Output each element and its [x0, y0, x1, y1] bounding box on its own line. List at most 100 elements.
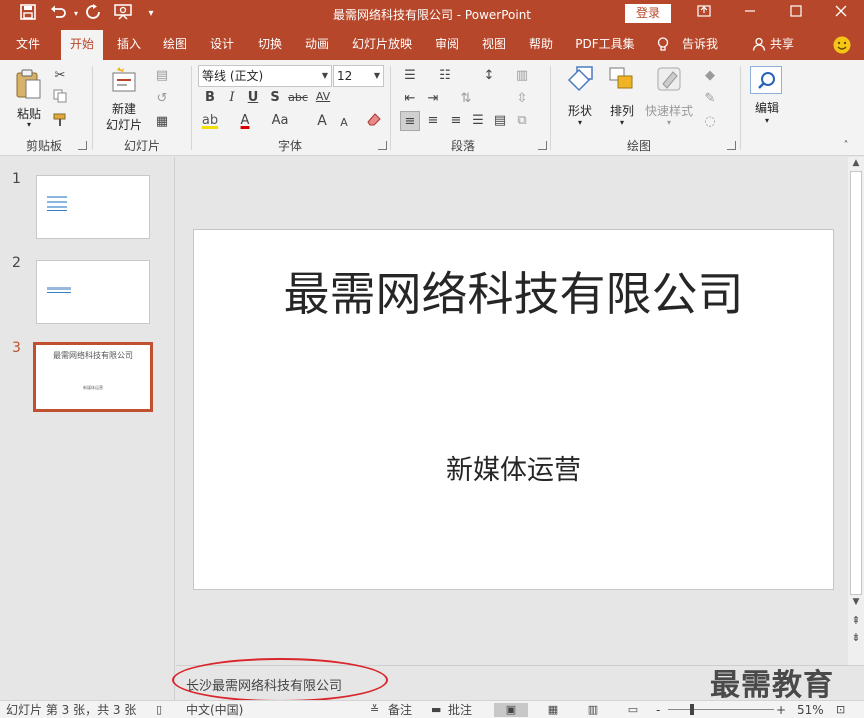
tab-transitions[interactable]: 切换	[253, 35, 287, 60]
slideshow-icon[interactable]	[113, 4, 133, 24]
slide-thumbnail-3[interactable]: 最需网络科技有限公司 新媒体运营	[33, 342, 153, 412]
distributed-icon[interactable]: ▤	[490, 111, 510, 131]
text-direction-icon[interactable]: ⇅	[456, 89, 476, 109]
paste-button[interactable]: 粘贴 ▾	[8, 66, 50, 132]
tab-home[interactable]: 开始	[61, 30, 103, 60]
cut-icon[interactable]: ✂	[50, 66, 70, 86]
share-button[interactable]: 共享	[767, 35, 797, 60]
spellcheck-icon[interactable]: ▯	[156, 703, 162, 717]
undo-icon[interactable]	[48, 4, 68, 24]
tab-animations[interactable]: 动画	[300, 35, 334, 60]
slide-title[interactable]: 最需网络科技有限公司	[194, 258, 833, 324]
zoom-slider-thumb[interactable]	[690, 704, 694, 715]
change-case-button[interactable]: Aa	[270, 111, 290, 131]
bullets-icon[interactable]: ☰	[400, 66, 420, 86]
grow-font-button[interactable]: A	[312, 111, 332, 131]
layout-icon[interactable]: ▤	[152, 66, 172, 86]
smartart-icon[interactable]: ⧉	[512, 111, 532, 131]
font-name-select[interactable]: 等线 (正文) ▼	[198, 65, 332, 87]
ribbon-display-options-icon[interactable]	[681, 0, 727, 28]
tell-me-search[interactable]: 告诉我	[680, 35, 720, 60]
tab-insert[interactable]: 插入	[112, 35, 146, 60]
font-launcher-icon[interactable]	[378, 141, 387, 150]
close-icon[interactable]	[818, 0, 864, 28]
font-color-button[interactable]: A	[235, 111, 255, 131]
zoom-out-button[interactable]: -	[656, 703, 660, 717]
reading-view-icon[interactable]: ▥	[583, 703, 603, 717]
line-spacing-icon[interactable]: ↕	[479, 66, 499, 86]
tab-review[interactable]: 审阅	[430, 35, 464, 60]
tab-pdf-tools[interactable]: PDF工具集	[573, 35, 637, 60]
customize-icon[interactable]: ▾	[141, 4, 161, 24]
tab-design[interactable]: 设计	[205, 35, 239, 60]
copy-icon[interactable]	[50, 89, 70, 109]
maximize-icon[interactable]	[773, 0, 819, 28]
previous-slide-icon[interactable]: ⇞	[848, 614, 864, 627]
vertical-scrollbar[interactable]: ▲ ▼ ⇞ ⇟	[848, 157, 864, 665]
shape-outline-icon[interactable]: ✎	[700, 89, 720, 109]
quick-styles-button[interactable]: 快速样式 ▾	[642, 66, 696, 134]
underline-button[interactable]: U	[243, 88, 263, 108]
character-spacing-button[interactable]: AV	[313, 87, 333, 107]
justify-icon[interactable]: ☰	[468, 111, 488, 131]
notes-toggle[interactable]: 备注	[388, 703, 412, 717]
save-icon[interactable]	[18, 4, 38, 24]
align-right-icon[interactable]: ≡	[446, 111, 466, 131]
drawing-launcher-icon[interactable]	[727, 141, 736, 150]
lightbulb-icon[interactable]	[655, 37, 671, 62]
zoom-slider[interactable]	[668, 704, 774, 715]
redo-icon[interactable]	[83, 4, 103, 24]
shapes-button[interactable]: 形状 ▾	[558, 66, 602, 134]
language-indicator[interactable]: 中文(中国)	[186, 703, 243, 717]
bold-button[interactable]: B	[200, 88, 220, 108]
minimize-icon[interactable]	[727, 0, 773, 28]
next-slide-icon[interactable]: ⇟	[848, 631, 864, 644]
clear-formatting-icon[interactable]	[364, 111, 384, 131]
strikethrough-button[interactable]: abc	[288, 88, 308, 108]
comments-icon[interactable]: ▬	[431, 703, 441, 717]
shadow-button[interactable]: S	[265, 88, 285, 108]
zoom-percent[interactable]: 51%	[797, 703, 824, 717]
zoom-in-button[interactable]: +	[776, 703, 786, 717]
tab-help[interactable]: 帮助	[524, 35, 558, 60]
section-icon[interactable]: ▦	[152, 112, 172, 132]
normal-view-icon[interactable]: ▣	[494, 703, 528, 717]
shrink-font-button[interactable]: A	[334, 113, 354, 133]
shape-fill-icon[interactable]: ◆	[700, 66, 720, 86]
login-button[interactable]: 登录	[625, 4, 671, 23]
collapse-ribbon-icon[interactable]: ˄	[836, 136, 856, 156]
reset-icon[interactable]: ↺	[152, 89, 172, 109]
font-size-select[interactable]: 12 ▼	[333, 65, 384, 87]
tab-file[interactable]: 文件	[10, 35, 46, 60]
increase-indent-icon[interactable]: ⇥	[423, 89, 443, 109]
format-painter-icon[interactable]	[50, 112, 70, 132]
clipboard-launcher-icon[interactable]	[78, 141, 87, 150]
notes-icon[interactable]: ≚	[370, 703, 379, 717]
paragraph-launcher-icon[interactable]	[538, 141, 547, 150]
align-text-icon[interactable]: ⇳	[512, 89, 532, 109]
scroll-down-icon[interactable]: ▼	[848, 597, 864, 607]
slide-thumbnail-2[interactable]	[36, 260, 150, 324]
slide-subtitle[interactable]: 新媒体运营	[194, 448, 833, 487]
columns-icon[interactable]: ▥	[512, 66, 532, 86]
scroll-up-icon[interactable]: ▲	[848, 158, 864, 168]
fit-to-window-icon[interactable]: ⊡	[836, 703, 845, 717]
tab-slideshow[interactable]: 幻灯片放映	[349, 35, 415, 60]
align-left-icon[interactable]: ≡	[400, 111, 420, 131]
arrange-button[interactable]: 排列 ▾	[602, 66, 642, 134]
person-icon[interactable]	[751, 37, 767, 62]
slideshow-view-icon[interactable]: ▭	[623, 703, 643, 717]
scroll-thumb[interactable]	[850, 171, 862, 595]
slide-thumbnail-1[interactable]	[36, 175, 150, 239]
shape-effects-icon[interactable]: ◌	[700, 112, 720, 132]
text-highlight-icon[interactable]: ab	[200, 111, 220, 131]
comments-toggle[interactable]: 批注	[448, 703, 472, 717]
editing-button[interactable]: 编辑 ▾	[748, 66, 786, 134]
italic-button[interactable]: I	[222, 88, 242, 108]
tab-draw[interactable]: 绘图	[158, 35, 192, 60]
align-center-icon[interactable]: ≡	[423, 111, 443, 131]
slide-sorter-icon[interactable]: ▦	[543, 703, 563, 717]
slide-canvas[interactable]: 最需网络科技有限公司 新媒体运营	[193, 229, 834, 590]
new-slide-button[interactable]: 新建 幻灯片	[98, 66, 150, 134]
smiley-feedback-icon[interactable]	[832, 36, 852, 61]
